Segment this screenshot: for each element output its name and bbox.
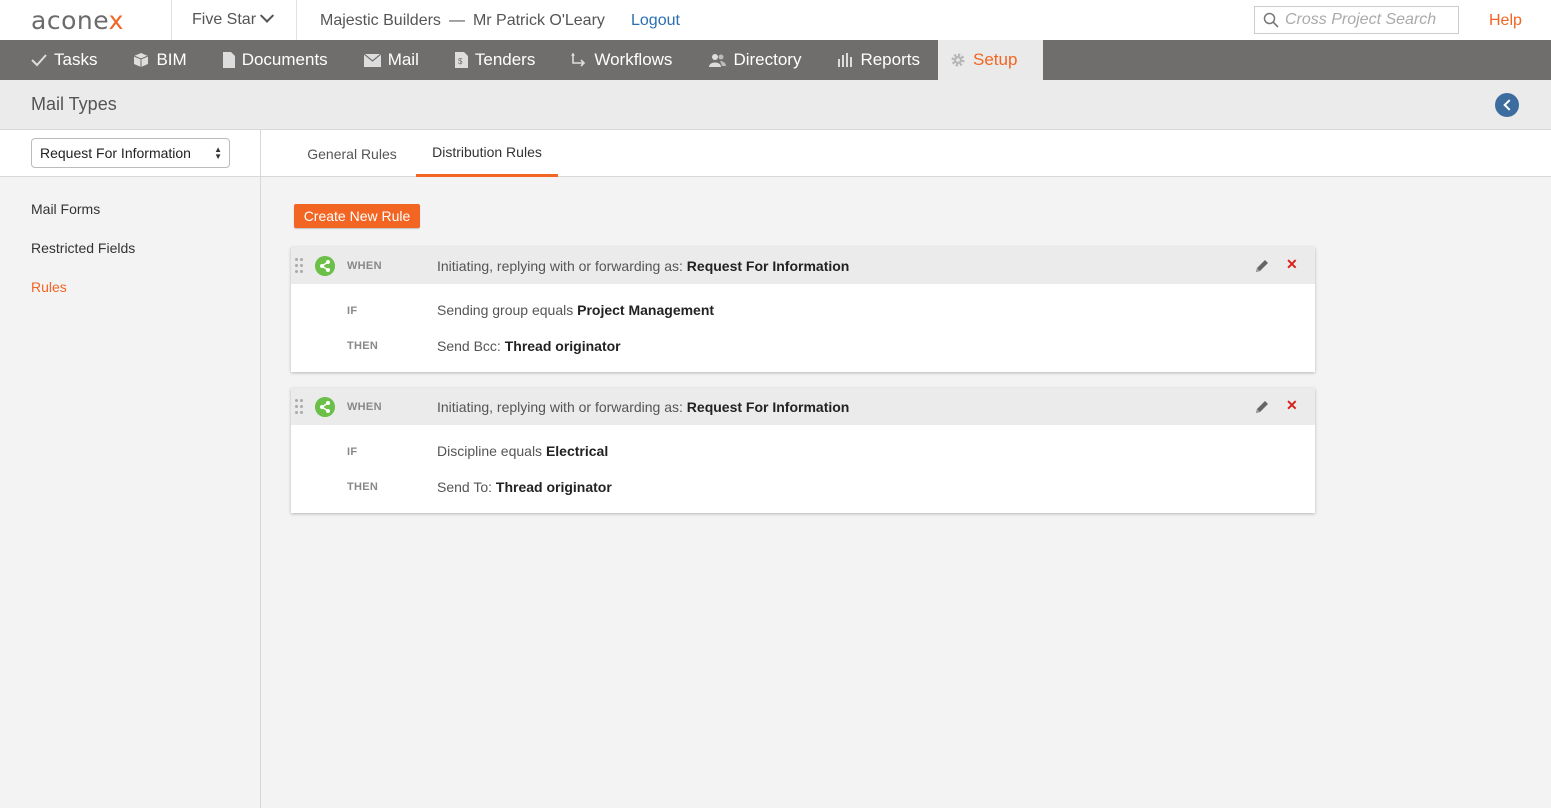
nav-documents[interactable]: Documents <box>205 40 346 80</box>
page-title: Mail Types <box>31 94 117 114</box>
rule-header: WHEN Initiating, replying with or forwar… <box>291 388 1315 425</box>
nav-reports[interactable]: Reports <box>819 40 938 80</box>
project-name: Five Star <box>192 11 257 28</box>
when-condition: Initiating, replying with or forwarding … <box>437 258 849 274</box>
search-input[interactable] <box>1285 11 1455 29</box>
cube-icon <box>133 52 149 68</box>
nav-label: Directory <box>733 50 802 69</box>
separator: — <box>448 12 465 29</box>
rule-header: WHEN Initiating, replying with or forwar… <box>291 247 1315 284</box>
logout-link[interactable]: Logout <box>631 12 680 30</box>
then-keyword: THEN <box>347 340 379 352</box>
nav-bim[interactable]: BIM <box>115 40 204 80</box>
nav-label: Tasks <box>54 50 98 69</box>
org-user-info: Majestic Builders — Mr Patrick O'Leary <box>320 12 605 30</box>
create-new-rule-button[interactable]: Create New Rule <box>294 204 420 228</box>
logo-text: acone <box>31 6 109 35</box>
tab-general-rules[interactable]: General Rules <box>291 130 413 177</box>
organization-name: Majestic Builders <box>320 12 441 29</box>
if-keyword: IF <box>347 305 358 317</box>
workflow-icon <box>571 53 587 67</box>
tab-distribution-rules[interactable]: Distribution Rules <box>416 130 558 177</box>
mail-type-selected: Request For Information <box>40 145 191 161</box>
svg-text:$: $ <box>458 57 463 66</box>
drag-handle-icon[interactable] <box>295 258 303 274</box>
envelope-icon <box>363 53 381 67</box>
delete-icon[interactable]: ✕ <box>1286 397 1298 414</box>
if-value: Project Management <box>577 302 715 318</box>
nav-label: Mail <box>387 50 419 69</box>
sidebar-item-mail-forms[interactable]: Mail Forms <box>31 201 100 217</box>
rule-card: WHEN Initiating, replying with or forwar… <box>291 247 1315 372</box>
rule-card: WHEN Initiating, replying with or forwar… <box>291 388 1315 513</box>
drag-handle-icon[interactable] <box>295 399 303 415</box>
if-text: Discipline equals <box>437 443 543 459</box>
sidebar-item-restricted-fields[interactable]: Restricted Fields <box>31 240 135 256</box>
aconex-logo[interactable]: aconex <box>31 6 124 35</box>
when-keyword: WHEN <box>347 401 382 413</box>
then-value: Thread originator <box>495 479 612 495</box>
when-condition: Initiating, replying with or forwarding … <box>437 399 849 415</box>
mail-type-select[interactable]: Request For Information ▲ ▼ <box>31 138 230 168</box>
delete-icon[interactable]: ✕ <box>1286 256 1298 273</box>
then-action: Send To: Thread originator <box>437 479 612 495</box>
then-keyword: THEN <box>347 481 379 493</box>
nav-tasks[interactable]: Tasks <box>0 40 115 80</box>
select-arrows-icon: ▲ ▼ <box>214 145 222 161</box>
nav-workflows[interactable]: Workflows <box>553 40 690 80</box>
sidebar: Request For Information ▲ ▼ Mail Forms Re… <box>0 130 261 808</box>
if-text: Sending group equals <box>437 302 574 318</box>
page-header: Mail Types <box>0 80 1551 130</box>
nav-setup[interactable]: Setup <box>937 40 1044 80</box>
when-keyword: WHEN <box>347 260 382 272</box>
sidebar-item-rules[interactable]: Rules <box>31 279 67 295</box>
document-icon <box>222 52 235 68</box>
nav-label: Reports <box>860 50 920 69</box>
sidebar-top: Request For Information ▲ ▼ <box>0 130 260 177</box>
nav-label: BIM <box>156 50 187 69</box>
pencil-icon[interactable] <box>1254 399 1270 415</box>
rules-tabs: General Rules Distribution Rules <box>261 130 1551 177</box>
user-name: Mr Patrick O'Leary <box>472 12 605 29</box>
if-condition: Sending group equals Project Management <box>437 302 714 318</box>
nav-label: Setup <box>972 50 1018 69</box>
when-value: Request For Information <box>686 258 850 274</box>
help-link[interactable]: Help <box>1489 12 1522 30</box>
cross-project-search[interactable] <box>1254 6 1459 34</box>
when-text: Initiating, replying with or forwarding … <box>437 258 683 274</box>
tender-icon: $ <box>454 52 468 68</box>
nav-mail[interactable]: Mail <box>346 40 437 80</box>
gear-icon <box>950 52 966 68</box>
chevron-left-icon <box>1502 99 1515 111</box>
collapse-back-button[interactable] <box>1495 93 1519 117</box>
nav-label: Documents <box>241 50 328 69</box>
share-icon <box>315 256 335 276</box>
search-icon <box>1263 12 1279 28</box>
then-value: Thread originator <box>504 338 621 354</box>
project-selector[interactable]: Five Star <box>171 0 297 40</box>
nav-directory[interactable]: Directory <box>690 40 819 80</box>
people-icon <box>708 53 727 67</box>
when-value: Request For Information <box>686 399 850 415</box>
chevron-down-icon <box>259 8 275 23</box>
top-bar: aconex Five Star Majestic Builders — Mr Pa… <box>0 0 1551 40</box>
then-text: Send Bcc: <box>437 338 501 354</box>
then-action: Send Bcc: Thread originator <box>437 338 621 354</box>
check-icon <box>31 53 47 67</box>
share-icon <box>315 397 335 417</box>
main-nav: Tasks BIM Documents Mail $ Tenders Workf… <box>0 40 1551 80</box>
if-value: Electrical <box>545 443 609 459</box>
logo-accent: x <box>108 6 124 35</box>
nav-label: Workflows <box>594 50 673 69</box>
bar-chart-icon <box>837 53 853 67</box>
nav-label: Tenders <box>474 50 536 69</box>
when-text: Initiating, replying with or forwarding … <box>437 399 683 415</box>
nav-tenders[interactable]: $ Tenders <box>437 40 553 80</box>
if-condition: Discipline equals Electrical <box>437 443 608 459</box>
pencil-icon[interactable] <box>1254 258 1270 274</box>
then-text: Send To: <box>437 479 493 495</box>
if-keyword: IF <box>347 446 358 458</box>
